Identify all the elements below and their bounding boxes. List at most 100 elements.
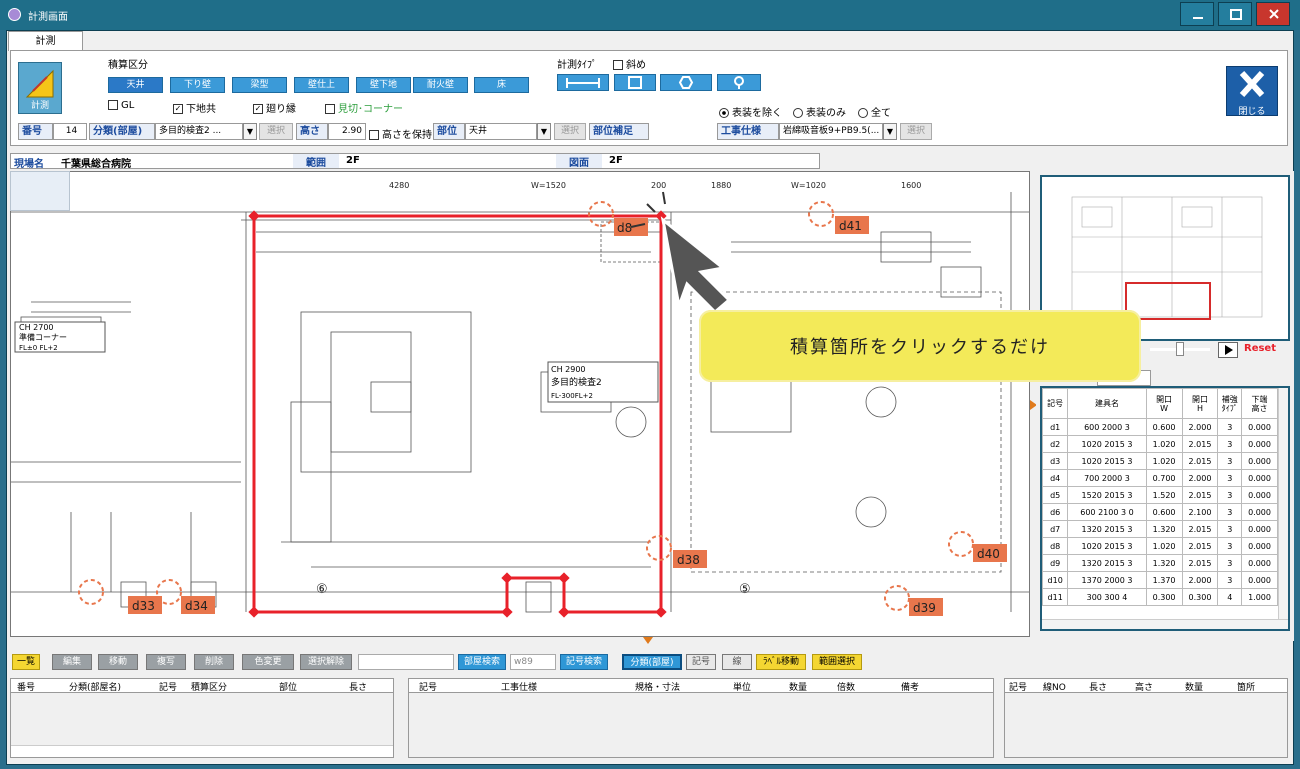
vertex-handle[interactable] <box>501 606 513 618</box>
radio-all[interactable]: 全て <box>858 104 891 119</box>
category-button-wall-finish[interactable]: 壁仕上 <box>294 77 349 93</box>
tab-measure[interactable]: 計測 <box>8 31 83 51</box>
check-gl[interactable]: GL <box>108 100 134 111</box>
table-row[interactable]: d8 1020 2015 3 1.020 2.015 3 0.000 <box>1042 537 1278 555</box>
type-line-button[interactable] <box>557 74 609 91</box>
table-row[interactable]: d2 1020 2015 3 1.020 2.015 3 0.000 <box>1042 435 1278 453</box>
category-button-floor[interactable]: 床 <box>474 77 529 93</box>
color-change-button[interactable]: 色変更 <box>242 654 294 670</box>
spec-select-button[interactable]: 選択 <box>900 123 932 140</box>
spec-value[interactable]: 岩綿吸音板9+PB9.5(... <box>779 123 883 140</box>
checkbox-molding[interactable] <box>253 104 263 114</box>
category-button-fire-wall[interactable]: 耐火壁 <box>413 77 468 93</box>
radio-exclude-surface-dot[interactable] <box>719 108 729 118</box>
height-value[interactable]: 2.90 <box>328 123 366 140</box>
table-row[interactable]: d7 1320 2015 3 1.320 2.015 3 0.000 <box>1042 520 1278 538</box>
check-base[interactable]: 下地共 <box>173 100 216 115</box>
measure-button[interactable]: 計測 <box>18 62 62 114</box>
toggle-class-room[interactable]: 分類(部屋) <box>622 654 682 670</box>
type-polygon-button[interactable] <box>660 74 712 91</box>
table-row[interactable]: d11 300 300 4 0.300 0.300 4 1.000 <box>1042 588 1278 606</box>
check-corner[interactable]: 見切･コーナー <box>325 100 403 115</box>
table-row[interactable]: d5 1520 2015 3 1.520 2.015 3 0.000 <box>1042 486 1278 504</box>
delete-button[interactable]: 削除 <box>194 654 234 670</box>
close-button[interactable]: 閉じる <box>1226 66 1278 117</box>
table-hscrollbar[interactable] <box>1042 619 1288 629</box>
table-row[interactable]: d10 1370 2000 3 1.370 2.000 3 0.000 <box>1042 571 1278 589</box>
vertex-handle[interactable] <box>558 606 570 618</box>
part-dropdown[interactable]: ▼ <box>537 123 551 140</box>
check-molding[interactable]: 廻り縁 <box>253 100 296 115</box>
class-dropdown[interactable]: ▼ <box>243 123 257 140</box>
class-value[interactable]: 多目的検査2 ... <box>155 123 243 140</box>
grid-left-hscrollbar[interactable] <box>11 745 393 757</box>
radio-all-dot[interactable] <box>858 108 868 118</box>
table-row[interactable]: d9 1320 2015 3 1.320 2.015 3 0.000 <box>1042 554 1278 572</box>
keep-height[interactable]: 高さを保持 <box>369 126 432 141</box>
floor-plan[interactable]: 4280 W=1520 200 1880 W=1020 1600 CH 2900… <box>11 172 1030 637</box>
minimap-viewport[interactable] <box>1125 282 1211 320</box>
collapse-down-icon[interactable] <box>643 637 653 645</box>
checkbox-oblique[interactable] <box>613 60 623 70</box>
checkbox-corner[interactable] <box>325 104 335 114</box>
vertex-handle[interactable] <box>655 606 667 618</box>
table-cell: 1020 2015 3 <box>1067 537 1147 555</box>
vertex-handle[interactable] <box>248 606 260 618</box>
room-search-button[interactable]: 部屋検索 <box>458 654 506 670</box>
table-scrollbar[interactable] <box>1278 388 1288 619</box>
spec-dropdown[interactable]: ▼ <box>883 123 897 140</box>
grid-left-header: 番号 分類(部屋名) 記号 積算区分 部位 長さ <box>11 679 393 693</box>
measure-type-title: 計測ﾀｲﾌﾟ <box>557 60 597 71</box>
drawing-canvas[interactable]: 4280 W=1520 200 1880 W=1020 1600 CH 2900… <box>10 171 1030 637</box>
checkbox-base[interactable] <box>173 104 183 114</box>
part-supplement-label[interactable]: 部位補足 <box>589 123 649 140</box>
reset-button[interactable]: Reset <box>1244 343 1276 354</box>
category-button-ceiling[interactable]: 天井 <box>108 77 163 93</box>
toggle-label-move[interactable]: ﾗﾍﾞﾙ移動 <box>756 654 806 670</box>
category-button-drop-wall[interactable]: 下り壁 <box>170 77 225 93</box>
table-row[interactable]: d3 1020 2015 3 1.020 2.015 3 0.000 <box>1042 452 1278 470</box>
list-button[interactable]: 一覧 <box>12 654 40 670</box>
symbol-search-button[interactable]: 記号検索 <box>560 654 608 670</box>
vertex-handle[interactable] <box>558 572 570 584</box>
radio-surface-only-dot[interactable] <box>793 108 803 118</box>
part-select-button[interactable]: 選択 <box>554 123 586 140</box>
vertex-handle[interactable] <box>501 572 513 584</box>
move-button[interactable]: 移動 <box>98 654 138 670</box>
toggle-range-select[interactable]: 範囲選択 <box>812 654 862 670</box>
grid-middle-header: 記号 工事仕様 規格・寸法 単位 数量 倍数 備考 <box>409 679 993 693</box>
maximize-button[interactable] <box>1218 2 1252 26</box>
grid-left[interactable]: 番号 分類(部屋名) 記号 積算区分 部位 長さ <box>10 678 394 758</box>
grid-right[interactable]: 記号 線NO 長さ 高さ 数量 箇所 <box>1004 678 1288 758</box>
table-cell: 600 2000 3 <box>1067 418 1147 436</box>
category-button-wall-base[interactable]: 壁下地 <box>356 77 411 93</box>
category-button-beam[interactable]: 梁型 <box>232 77 287 93</box>
type-rect-button[interactable] <box>614 74 656 91</box>
part-value[interactable]: 天井 <box>465 123 537 140</box>
room-dropdown[interactable] <box>358 654 454 670</box>
toggle-line[interactable]: 線 <box>722 654 752 670</box>
edit-button[interactable]: 編集 <box>52 654 92 670</box>
type-point-button[interactable] <box>717 74 761 91</box>
room-a-ch: CH 2900 <box>551 365 586 374</box>
selection-polygon[interactable] <box>252 214 663 614</box>
table-row[interactable]: d1 600 2000 3 0.600 2.000 3 0.000 <box>1042 418 1278 436</box>
check-oblique[interactable]: 斜め <box>613 56 646 71</box>
radio-exclude-surface[interactable]: 表装を除く <box>719 104 782 119</box>
play-button[interactable] <box>1218 342 1238 358</box>
checkbox-keep-height[interactable] <box>369 130 379 140</box>
radio-surface-only[interactable]: 表装のみ <box>793 104 846 119</box>
table-row[interactable]: d4 700 2000 3 0.700 2.000 3 0.000 <box>1042 469 1278 487</box>
minimize-button[interactable] <box>1180 2 1214 26</box>
toggle-symbol[interactable]: 記号 <box>686 654 716 670</box>
table-row[interactable]: d6 600 2100 3 0 0.600 2.100 3 0.000 <box>1042 503 1278 521</box>
w-dropdown[interactable]: w89 <box>510 654 556 670</box>
class-select-button[interactable]: 選択 <box>259 123 293 140</box>
table-cell: d3 <box>1042 452 1069 470</box>
grid-middle[interactable]: 記号 工事仕様 規格・寸法 単位 数量 倍数 備考 <box>408 678 994 758</box>
copy-button[interactable]: 複写 <box>146 654 186 670</box>
zoom-slider-thumb[interactable] <box>1176 342 1184 356</box>
deselect-button[interactable]: 選択解除 <box>300 654 352 670</box>
checkbox-gl[interactable] <box>108 100 118 110</box>
close-window-button[interactable] <box>1256 2 1290 26</box>
